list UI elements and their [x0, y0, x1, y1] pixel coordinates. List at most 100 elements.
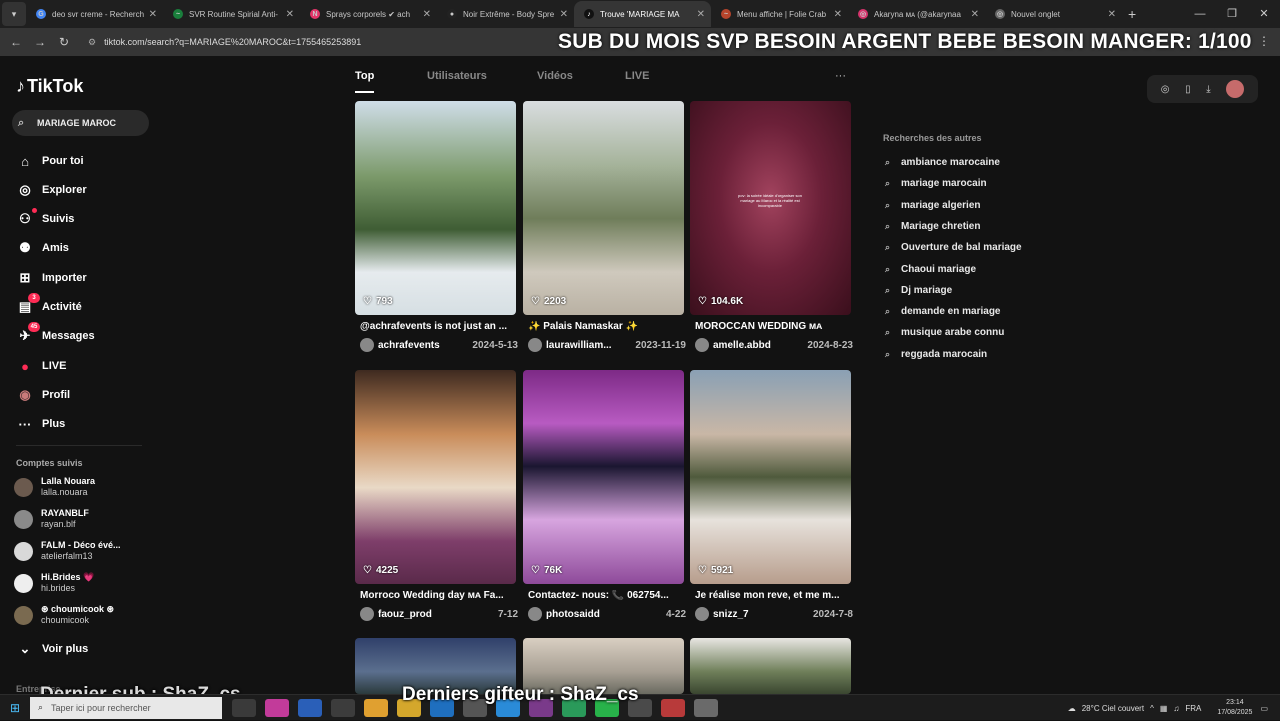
- video-thumbnail[interactable]: ♡ 76K: [523, 370, 684, 584]
- tab-close-icon[interactable]: ✕: [149, 9, 157, 20]
- maximize-icon[interactable]: ❐: [1216, 0, 1248, 28]
- device-icon[interactable]: ▯: [1185, 84, 1191, 95]
- video-card[interactable]: ♡ 76K Contactez- nous: 📞 062754... photosai…: [523, 370, 686, 626]
- volume-icon[interactable]: ♫: [1173, 704, 1179, 713]
- suggestion-item[interactable]: ⌕ mariage marocain: [885, 178, 987, 189]
- browser-tab[interactable]: ◎ Nouvel onglet ✕: [985, 1, 1122, 27]
- video-thumbnail[interactable]: pov: la soirée idéale d'organiser son ma…: [690, 101, 851, 315]
- creator-avatar[interactable]: [695, 338, 709, 352]
- browser-tab[interactable]: ~ Menu affiche | Folie Crab ✕: [711, 1, 848, 27]
- nav-item-following[interactable]: ⚇ Suivis: [16, 208, 74, 228]
- creator-avatar[interactable]: [695, 607, 709, 621]
- weather-icon[interactable]: ☁: [1068, 704, 1076, 713]
- download-icon[interactable]: ⤓: [1206, 84, 1210, 95]
- creator-name[interactable]: laurawilliam...: [546, 340, 635, 351]
- more-options-icon[interactable]: ···: [835, 70, 846, 82]
- nav-item-activity[interactable]: ▤ 3 Activité: [16, 293, 82, 316]
- browser-tab[interactable]: Gdeo svr creme - Recherch ✕: [26, 1, 163, 27]
- video-card[interactable]: ♡ 793 @achrafevents is not just an ... achr…: [355, 101, 518, 357]
- nav-item-home[interactable]: ⌂ Pour toi: [16, 152, 84, 170]
- tab-vidéos[interactable]: Vidéos: [537, 70, 573, 82]
- tab-close-icon[interactable]: ✕: [971, 9, 979, 20]
- task-view-icon[interactable]: [232, 698, 256, 717]
- creator-name[interactable]: photosaidd: [546, 609, 666, 620]
- suggestion-item[interactable]: ⌕ ambiance marocaine: [885, 157, 1000, 168]
- tray-chevron-icon[interactable]: ^: [1150, 704, 1154, 713]
- video-thumbnail[interactable]: ♡ 2203: [523, 101, 684, 315]
- nav-item-more[interactable]: ··· Plus: [16, 415, 66, 433]
- forward-icon[interactable]: →: [28, 35, 52, 49]
- taskbar-search[interactable]: ⌕ Taper ici pour rechercher: [30, 696, 222, 719]
- tab-search-icon[interactable]: ▾: [2, 2, 26, 26]
- followed-account[interactable]: RAYANBLF rayan.blf: [14, 508, 89, 530]
- back-icon[interactable]: ←: [4, 35, 28, 49]
- video-thumbnail[interactable]: ♡ 5921: [690, 370, 851, 584]
- weather-text[interactable]: 28°C Ciel couvert: [1082, 704, 1144, 713]
- video-caption[interactable]: Je réalise mon reve, et me m...: [695, 590, 855, 601]
- nav-item-messages[interactable]: ✈ 45 Messages: [16, 322, 95, 345]
- browser-tab[interactable]: ◎ Akaryna ᴍᴀ (@akarynaa ✕: [848, 1, 985, 27]
- nav-item-friends[interactable]: ⚉ Amis: [16, 239, 69, 257]
- nav-item-upload[interactable]: ⊞ Importer: [16, 269, 87, 287]
- tab-close-icon[interactable]: ✕: [560, 9, 568, 20]
- close-window-icon[interactable]: ✕: [1248, 0, 1280, 28]
- see-more-button[interactable]: ⌄ Voir plus: [16, 640, 89, 658]
- suggestion-item[interactable]: ⌕ reggada marocain: [885, 349, 987, 360]
- tab-close-icon[interactable]: ✕: [1108, 9, 1116, 20]
- tab-close-icon[interactable]: ✕: [697, 9, 705, 20]
- video-card[interactable]: ♡ 4225 Morroco Wedding day ᴍᴀ Fa... faouz_p…: [355, 370, 518, 626]
- lang-indicator[interactable]: FRA: [1185, 704, 1201, 713]
- creator-avatar[interactable]: [528, 607, 542, 621]
- clock[interactable]: 23:14 17/08/2025: [1217, 698, 1252, 718]
- nav-item-live[interactable]: ● LIVE: [16, 357, 66, 375]
- coins-icon[interactable]: ◎: [1161, 84, 1170, 95]
- video-caption[interactable]: @achrafevents is not just an ...: [360, 321, 520, 332]
- reload-icon[interactable]: ↻: [52, 35, 76, 49]
- video-caption[interactable]: MOROCCAN WEDDING ᴍᴀ: [695, 321, 855, 332]
- tab-utilisateurs[interactable]: Utilisateurs: [427, 70, 487, 82]
- video-card[interactable]: [690, 638, 851, 694]
- network-icon[interactable]: ▦: [1160, 704, 1168, 713]
- user-avatar[interactable]: [1226, 80, 1245, 98]
- tiktok-logo[interactable]: ♪ TikTok: [16, 76, 83, 97]
- browser-tab[interactable]: N Sprays corporels ✔ ach ✕: [300, 1, 437, 27]
- browser-tab[interactable]: ● Noir Extrême - Body Spre ✕: [437, 1, 574, 27]
- nav-item-compass[interactable]: ◎ Explorer: [16, 181, 86, 199]
- tab-close-icon[interactable]: ✕: [423, 9, 431, 20]
- site-info-icon[interactable]: ⚙: [88, 37, 96, 48]
- video-card[interactable]: ♡ 5921 Je réalise mon reve, et me m... sniz…: [690, 370, 853, 626]
- creator-name[interactable]: faouz_prod: [378, 609, 498, 620]
- creator-name[interactable]: snizz_7: [713, 609, 813, 620]
- browser-menu-icon[interactable]: ⋮: [1258, 34, 1270, 48]
- followed-account[interactable]: Lalla Nouara lalla.nouara: [14, 476, 95, 498]
- video-thumbnail[interactable]: ♡ 793: [355, 101, 516, 315]
- creator-avatar[interactable]: [360, 607, 374, 621]
- video-thumbnail[interactable]: ♡ 4225: [355, 370, 516, 584]
- tab-top[interactable]: Top: [355, 70, 374, 82]
- chrome-icon[interactable]: [694, 698, 718, 717]
- creator-avatar[interactable]: [360, 338, 374, 352]
- tab-close-icon[interactable]: ✕: [834, 9, 842, 20]
- chrome-icon[interactable]: [364, 698, 388, 717]
- suggestion-item[interactable]: ⌕ demande en mariage: [885, 306, 1000, 317]
- creator-name[interactable]: achrafevents: [378, 340, 472, 351]
- tab-close-icon[interactable]: ✕: [286, 9, 294, 20]
- app-icon[interactable]: [661, 698, 685, 717]
- minimize-icon[interactable]: —: [1184, 0, 1216, 28]
- search-input[interactable]: ⌕ MARIAGE MAROC: [12, 110, 149, 136]
- followed-account[interactable]: FALM - Déco évé... atelierfalm13: [14, 540, 121, 562]
- notifications-icon[interactable]: ▭: [1260, 704, 1268, 713]
- app-icon[interactable]: [265, 698, 289, 717]
- suggestion-item[interactable]: ⌕ Mariage chretien: [885, 221, 980, 232]
- suggestion-item[interactable]: ⌕ mariage algerien: [885, 200, 980, 211]
- video-card[interactable]: ♡ 2203 ✨ Palais Namaskar ✨ laurawilliam... 2…: [523, 101, 686, 357]
- windows-start-icon[interactable]: ⊞: [0, 701, 30, 715]
- suggestion-item[interactable]: ⌕ Chaoui mariage: [885, 264, 976, 275]
- browser-tab[interactable]: ♪ Trouve 'MARIAGE MA ✕: [574, 1, 711, 27]
- tab-live[interactable]: LIVE: [625, 70, 649, 82]
- video-caption[interactable]: Morroco Wedding day ᴍᴀ Fa...: [360, 590, 520, 601]
- url-field[interactable]: ⚙ tiktok.com/search?q=MARIAGE%20MAROC&t=…: [88, 37, 361, 48]
- video-caption[interactable]: ✨ Palais Namaskar ✨: [528, 321, 688, 332]
- suggestion-item[interactable]: ⌕ Dj mariage: [885, 285, 952, 296]
- browser-tab[interactable]: ~ SVR Routine Spirial Anti- ✕: [163, 1, 300, 27]
